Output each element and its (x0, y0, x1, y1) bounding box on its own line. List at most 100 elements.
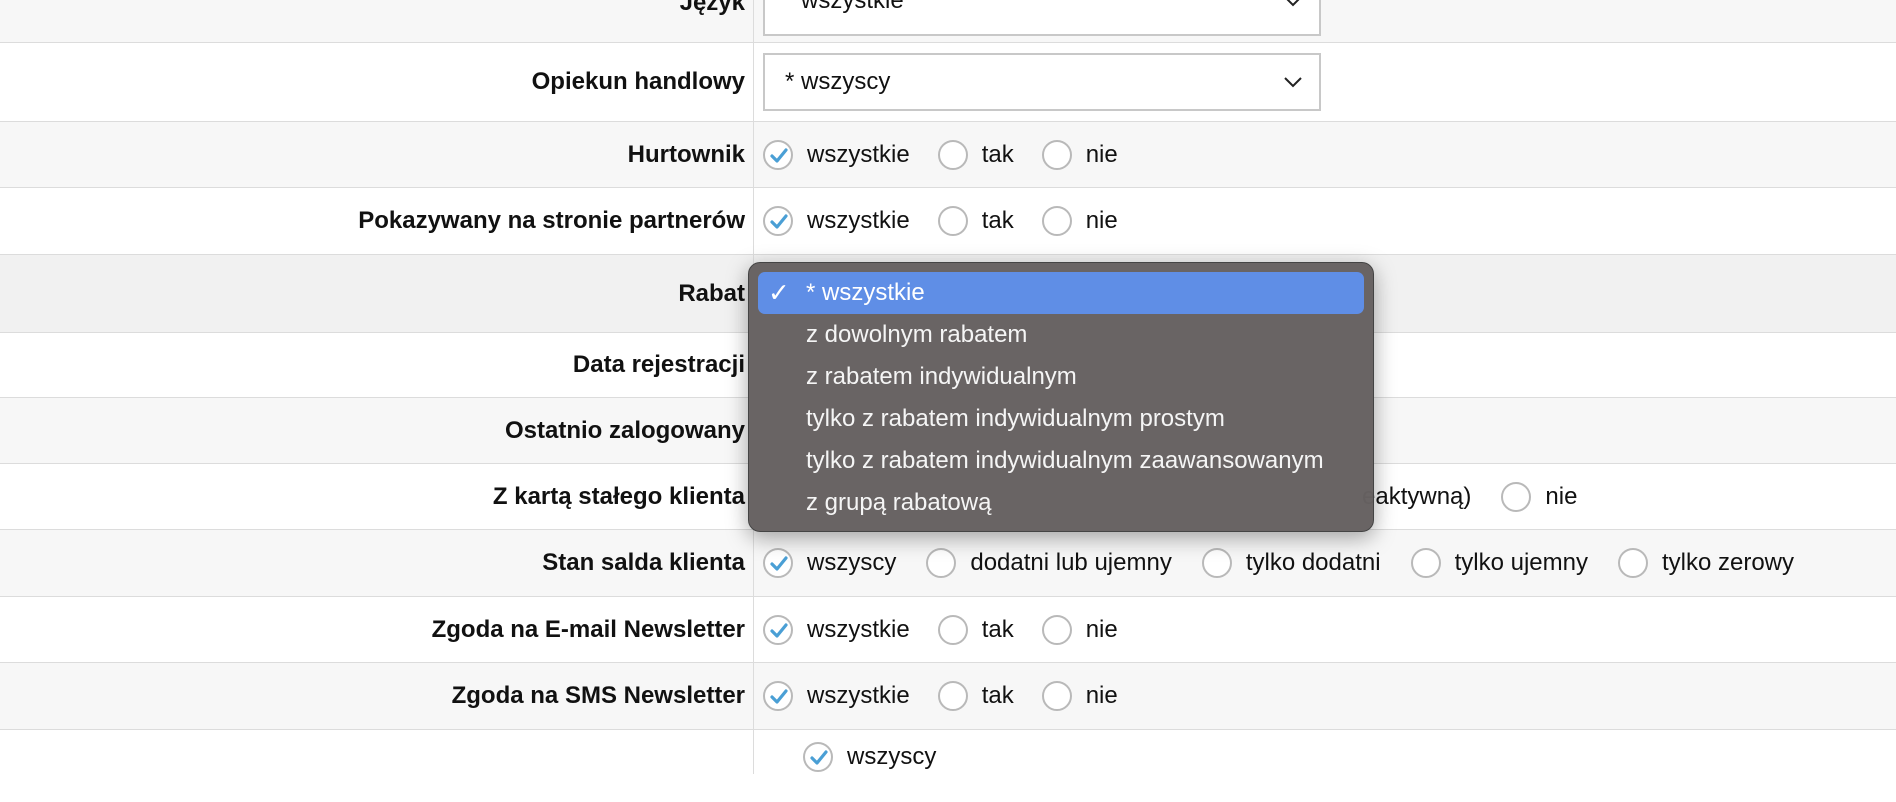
karta-radio-nie-label: nie (1545, 482, 1578, 510)
check-icon (770, 689, 788, 704)
check-icon: ✓ (768, 277, 790, 308)
rabat-option-1[interactable]: z dowolnym rabatem (758, 314, 1364, 356)
field-jezyk: * wszystkie (763, 0, 1321, 44)
label-sms-newsletter: Zgoda na SMS Newsletter (451, 682, 745, 709)
jezyk-select-value: * wszystkie (785, 0, 904, 14)
radio-circle (937, 681, 968, 711)
hurtownik-radio-label: tak (981, 140, 1014, 168)
row-jezyk: Język * wszystkie (0, 0, 1896, 43)
email-newsletter-radio-label: wszystkie (807, 615, 910, 643)
email-newsletter-radio-0[interactable]: wszystkie (763, 614, 910, 645)
hurtownik-radio-2[interactable]: nie (1041, 139, 1118, 170)
check-icon (770, 147, 788, 163)
check-icon (770, 556, 788, 571)
saldo-radio-2[interactable]: tylko dodatni (1201, 548, 1381, 578)
row-opiekun: Opiekun handlowy * wszyscy (0, 43, 1896, 122)
field-last: wszyscy (803, 730, 964, 802)
label-ostatnio: Ostatnio zalogowany (504, 416, 745, 444)
pokazywany-radio-1[interactable]: tak (937, 206, 1014, 236)
karta-radio-nie[interactable]: nie (1501, 481, 1578, 512)
saldo-radio-1[interactable]: dodatni lub ujemny (926, 548, 1172, 578)
label-pokazywany: Pokazywany na stronie partnerów (358, 207, 745, 234)
radio-circle (1041, 206, 1072, 236)
rabat-option-label: tylko z rabatem indywidualnym prostym (806, 405, 1225, 432)
check-icon (770, 622, 788, 638)
rabat-dropdown-menu: ✓ * wszystkie z dowolnym rabatem z rabat… (748, 262, 1374, 532)
rabat-option-2[interactable]: z rabatem indywidualnym (758, 356, 1364, 398)
row-email-newsletter: Zgoda na E-mail Newsletter wszystkie tak n… (0, 597, 1896, 663)
label-karta: Z kartą stałego klienta (492, 482, 745, 510)
rabat-option-label: * wszystkie (806, 279, 925, 306)
filter-form: Język * wszystkie Opiekun handlowy * wsz… (0, 0, 1896, 790)
radio-circle (763, 614, 793, 645)
saldo-radio-label: wszyscy (807, 549, 897, 576)
sms-newsletter-radio-label: nie (1085, 682, 1118, 709)
saldo-radio-label: tylko ujemny (1454, 549, 1588, 576)
sms-newsletter-radio-1[interactable]: tak (937, 681, 1014, 711)
saldo-radio-label: tylko dodatni (1245, 549, 1381, 576)
row-pokazywany: Pokazywany na stronie partnerów wszystki… (0, 188, 1896, 255)
sms-newsletter-radio-0[interactable]: wszystkie (763, 681, 910, 711)
pokazywany-radio-2[interactable]: nie (1041, 206, 1118, 236)
email-newsletter-radio-2[interactable]: nie (1041, 614, 1118, 645)
radio-circle (763, 548, 793, 578)
row-sms-newsletter: Zgoda na SMS Newsletter wszystkie tak nie (0, 663, 1896, 730)
pokazywany-radio-0[interactable]: wszystkie (763, 206, 910, 236)
radio-circle (1501, 481, 1532, 512)
radio-circle (926, 548, 957, 578)
chevron-down-icon (1286, 0, 1300, 7)
hurtownik-radio-group: wszystkie tak nie (763, 122, 1146, 187)
saldo-radio-4[interactable]: tylko zerowy (1617, 548, 1795, 578)
sms-newsletter-radio-label: tak (981, 682, 1014, 709)
radio-circle (763, 681, 793, 711)
check-icon (810, 750, 828, 765)
rabat-option-3[interactable]: tylko z rabatem indywidualnym prostym (758, 398, 1364, 440)
label-hurtownik: Hurtownik (627, 140, 745, 168)
check-icon (770, 214, 788, 229)
row-last: wszyscy (0, 730, 1896, 790)
label-jezyk: Język (679, 0, 745, 16)
label-email-newsletter: Zgoda na E-mail Newsletter (431, 615, 745, 643)
radio-circle (937, 614, 968, 645)
saldo-radio-label: tylko zerowy (1661, 549, 1795, 576)
karta-options-visible: eaktywną) nie (1362, 464, 1577, 529)
saldo-radio-group: wszyscy dodatni lub ujemny tylko dodatni ty… (763, 530, 1824, 596)
karta-partial-option-label: eaktywną) (1362, 482, 1472, 510)
sms-newsletter-radio-group: wszystkie tak nie (763, 663, 1146, 729)
radio-circle (803, 742, 833, 772)
rabat-option-0[interactable]: ✓ * wszystkie (758, 272, 1364, 314)
opiekun-select[interactable]: * wszyscy (763, 53, 1321, 111)
row-hurtownik: Hurtownik wszystkie tak nie (0, 122, 1896, 188)
pokazywany-radio-label: nie (1085, 207, 1118, 234)
pokazywany-radio-label: tak (981, 207, 1014, 234)
label-opiekun: Opiekun handlowy (531, 68, 745, 95)
saldo-radio-0[interactable]: wszyscy (763, 548, 896, 578)
hurtownik-radio-1[interactable]: tak (937, 139, 1014, 170)
radio-circle (937, 206, 968, 236)
hurtownik-radio-label: wszystkie (807, 140, 910, 168)
jezyk-select[interactable]: * wszystkie (763, 0, 1321, 36)
last-radio-wszyscy[interactable]: wszyscy (803, 742, 936, 772)
last-radio-wszyscy-label: wszyscy (847, 743, 937, 770)
rabat-option-label: z rabatem indywidualnym (806, 363, 1077, 390)
rabat-option-4[interactable]: tylko z rabatem indywidualnym zaawansowa… (758, 440, 1364, 482)
radio-circle (1041, 681, 1072, 711)
sms-newsletter-radio-2[interactable]: nie (1041, 681, 1118, 711)
hurtownik-radio-0[interactable]: wszystkie (763, 139, 910, 170)
row-saldo: Stan salda klienta wszyscy dodatni lub uj… (0, 530, 1896, 597)
chevron-down-icon (1284, 77, 1302, 88)
rabat-option-label: tylko z rabatem indywidualnym zaawansowa… (806, 447, 1324, 474)
email-newsletter-radio-1[interactable]: tak (937, 614, 1014, 645)
radio-circle (1041, 614, 1072, 645)
hurtownik-radio-label: nie (1085, 140, 1118, 168)
opiekun-select-value: * wszyscy (785, 68, 891, 95)
rabat-option-5[interactable]: z grupą rabatową (758, 482, 1364, 524)
radio-circle (937, 139, 968, 170)
radio-circle (763, 139, 793, 170)
radio-circle (1617, 548, 1648, 578)
radio-circle (1410, 548, 1441, 578)
label-data-rejestracji: Data rejestracji (572, 351, 745, 378)
saldo-radio-3[interactable]: tylko ujemny (1410, 548, 1588, 578)
sms-newsletter-radio-label: wszystkie (807, 682, 910, 709)
saldo-radio-label: dodatni lub ujemny (970, 549, 1172, 576)
